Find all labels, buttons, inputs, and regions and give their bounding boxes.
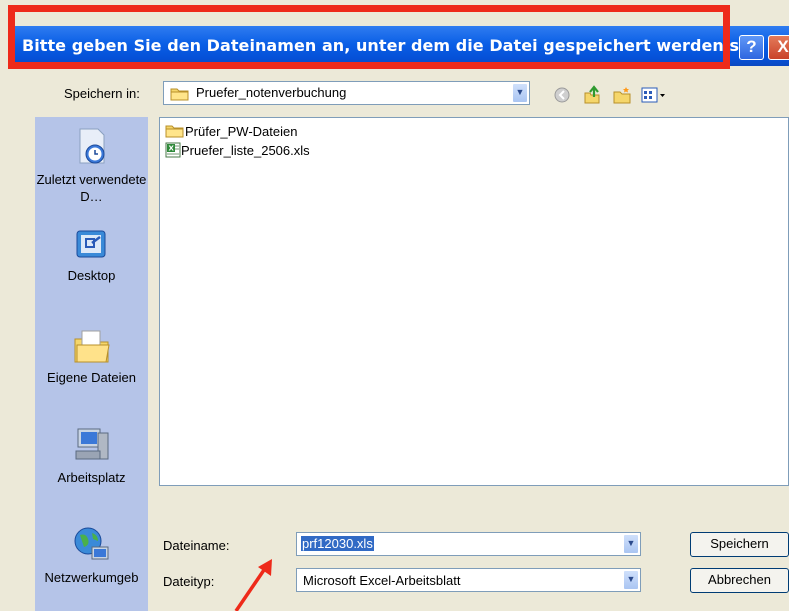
svg-text:X: X [169,145,175,153]
file-name: Pruefer_liste_2506.xls [181,143,310,158]
view-menu-icon[interactable] [640,85,668,105]
cancel-button[interactable]: Abbrechen [690,568,789,593]
file-name: Prüfer_PW-Dateien [185,124,298,139]
place-recent[interactable]: Zuletzt verwendete D… [35,127,148,205]
place-label: Arbeitsplatz [57,470,126,485]
place-label: Eigene Dateien [47,370,136,385]
folder-icon [165,125,184,138]
help-button[interactable]: ? [739,35,764,60]
place-label: Netzwerkumgeb [44,570,139,585]
filename-label: Dateiname: [163,538,230,553]
close-button[interactable]: X [768,35,789,60]
place-my-computer[interactable]: Arbeitsplatz [35,425,148,486]
filename-input[interactable]: prf12030.xls ▼ [296,532,641,556]
chevron-down-icon[interactable]: ▼ [623,534,639,554]
desktop-icon [76,230,105,258]
filename-value: prf12030.xls [301,536,374,551]
recent-documents-icon [79,128,104,164]
my-documents-icon [74,330,110,363]
new-folder-icon[interactable] [612,85,632,105]
place-network[interactable]: Netzwerkumgeb [35,525,148,586]
save-button[interactable]: Speichern [690,532,789,557]
place-desktop[interactable]: Desktop [35,227,148,284]
my-computer-icon [75,428,108,460]
filetype-value: Microsoft Excel-Arbeitsblatt [303,573,461,588]
title-highlight-annotation [8,5,730,69]
list-item[interactable]: X Pruefer_liste_2506.xls [165,142,310,160]
excel-file-icon: X [165,142,181,158]
save-dialog: Bitte geben Sie den Dateinamen an, unter… [0,0,789,611]
filetype-label: Dateityp: [163,574,215,589]
folder-icon [170,88,189,101]
up-folder-icon[interactable] [582,85,602,105]
annotation-arrow [234,559,272,611]
chevron-down-icon[interactable]: ▼ [623,570,639,590]
save-in-label: Speichern in: [64,86,140,101]
place-my-documents[interactable]: Eigene Dateien [35,327,148,386]
file-list[interactable]: Prüfer_PW-Dateien X Pruefer_liste_2506.x… [159,117,789,486]
place-label: Zuletzt verwendete D… [36,172,147,204]
list-item[interactable]: Prüfer_PW-Dateien [165,123,297,141]
chevron-down-icon[interactable]: ▼ [512,83,528,103]
save-in-dropdown[interactable]: Pruefer_notenverbuchung ▼ [163,81,530,105]
network-icon [74,527,108,560]
filetype-dropdown[interactable]: Microsoft Excel-Arbeitsblatt ▼ [296,568,641,592]
save-in-value: Pruefer_notenverbuchung [196,85,347,100]
place-label: Desktop [67,268,116,283]
places-bar: Zuletzt verwendete D… Desktop Eigene Dat… [35,117,148,611]
back-icon[interactable] [552,85,572,105]
